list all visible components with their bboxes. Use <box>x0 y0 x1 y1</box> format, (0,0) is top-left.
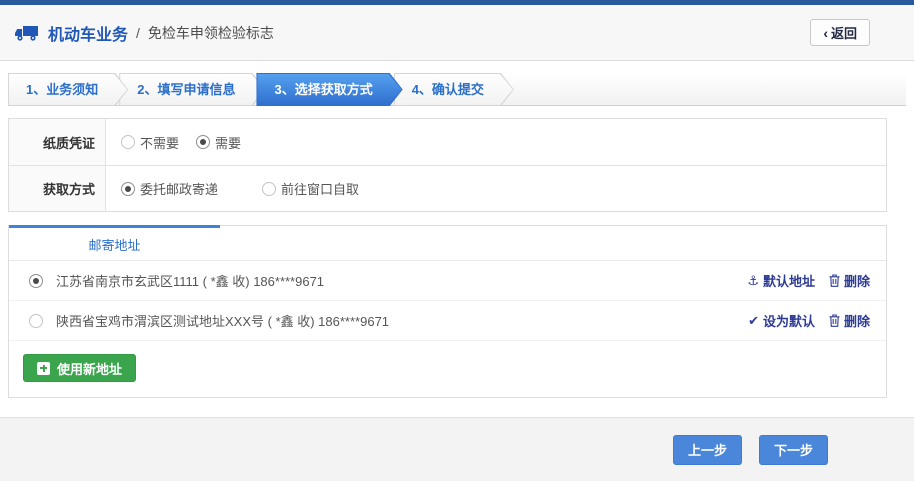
delete-address-link[interactable]: 删除 <box>829 311 870 330</box>
action-label: 设为默认 <box>763 311 815 330</box>
radio-label: 前往窗口自取 <box>281 179 359 198</box>
radio-option-postal-delivery[interactable]: 委托邮政寄递 <box>121 179 218 198</box>
step-2-fill-info[interactable]: 2、填写申请信息 <box>119 73 265 106</box>
radio-icon[interactable] <box>262 182 276 196</box>
radio-group-obtain-method: 委托邮政寄递 前往窗口自取 <box>106 166 359 211</box>
step-label: 4、确认提交 <box>394 73 514 106</box>
radio-option-window-pickup[interactable]: 前往窗口自取 <box>262 179 359 198</box>
previous-step-button[interactable]: 上一步 <box>673 435 742 465</box>
address-row-2[interactable]: 陕西省宝鸡市渭滨区测试地址XXX号 ( *鑫 收) 186****9671 ✔ … <box>9 301 886 341</box>
address-row-1[interactable]: 江苏省南京市玄武区1111 ( *鑫 收) 186****9671 ⚓ 默认地址… <box>9 261 886 301</box>
footer-bar: 上一步 下一步 <box>0 417 914 481</box>
form-row-paper-voucher: 纸质凭证 不需要 需要 <box>9 119 886 165</box>
tab-header-spacer <box>220 225 886 260</box>
check-icon: ✔ <box>748 314 759 327</box>
form-label: 纸质凭证 <box>9 119 106 165</box>
mailing-address-panel: 邮寄地址 江苏省南京市玄武区1111 ( *鑫 收) 186****9671 ⚓… <box>8 225 887 398</box>
step-label: 2、填写申请信息 <box>119 73 265 106</box>
step-3-choose-method[interactable]: 3、选择获取方式 <box>256 73 402 106</box>
use-new-address-label: 使用新地址 <box>57 359 122 378</box>
use-new-address-button[interactable]: 使用新地址 <box>23 354 136 382</box>
chevron-left-icon: ‹ <box>823 25 828 41</box>
step-label: 1、业务须知 <box>8 73 128 106</box>
address-text: 陕西省宝鸡市渭滨区测试地址XXX号 ( *鑫 收) 186****9671 <box>56 311 748 330</box>
delete-address-link[interactable]: 删除 <box>829 271 870 290</box>
form-row-obtain-method: 获取方式 委托邮政寄递 前往窗口自取 <box>9 165 886 211</box>
step-label: 3、选择获取方式 <box>256 73 402 106</box>
page-title: 免检车申领检验标志 <box>148 23 274 43</box>
address-actions: ✔ 设为默认 删除 <box>748 311 870 330</box>
radio-group-paper-voucher: 不需要 需要 <box>106 119 241 165</box>
plus-icon <box>37 362 50 375</box>
breadcrumb-separator: / <box>136 25 140 41</box>
radio-label: 不需要 <box>140 133 179 152</box>
radio-option-needed[interactable]: 需要 <box>196 133 241 152</box>
radio-checked-icon[interactable] <box>196 135 210 149</box>
radio-checked-icon[interactable] <box>121 182 135 196</box>
step-wizard: 1、业务须知 2、填写申请信息 3、选择获取方式 4、确认提交 <box>8 73 906 106</box>
new-address-row: 使用新地址 <box>9 341 886 397</box>
back-button[interactable]: ‹ 返回 <box>810 19 870 46</box>
form-label: 获取方式 <box>9 166 106 211</box>
radio-label: 委托邮政寄递 <box>140 179 218 198</box>
radio-icon[interactable] <box>121 135 135 149</box>
step-4-confirm-submit[interactable]: 4、确认提交 <box>394 73 514 106</box>
radio-checked-icon[interactable] <box>29 274 43 288</box>
options-form: 纸质凭证 不需要 需要 获取方式 委托邮政寄递 前往窗口自取 <box>8 118 887 212</box>
set-default-link[interactable]: ✔ 设为默认 <box>748 311 815 330</box>
back-button-label: 返回 <box>831 23 857 42</box>
anchor-icon: ⚓ <box>747 274 759 287</box>
truck-icon <box>14 24 40 42</box>
trash-icon <box>829 274 840 287</box>
trash-icon <box>829 314 840 327</box>
action-label: 删除 <box>844 311 870 330</box>
app-title: 机动车业务 <box>48 21 128 45</box>
address-actions: ⚓ 默认地址 删除 <box>747 271 870 290</box>
address-text: 江苏省南京市玄武区1111 ( *鑫 收) 186****9671 <box>56 271 747 290</box>
step-1-notice[interactable]: 1、业务须知 <box>8 73 128 106</box>
breadcrumb: 机动车业务 / 免检车申领检验标志 <box>14 21 810 45</box>
action-label: 默认地址 <box>763 271 815 290</box>
next-step-button[interactable]: 下一步 <box>759 435 828 465</box>
radio-label: 需要 <box>215 133 241 152</box>
action-label: 删除 <box>844 271 870 290</box>
radio-icon[interactable] <box>29 314 43 328</box>
radio-option-not-needed[interactable]: 不需要 <box>121 133 179 152</box>
tab-mailing-address[interactable]: 邮寄地址 <box>9 225 220 260</box>
default-address-link[interactable]: ⚓ 默认地址 <box>747 271 815 290</box>
address-tab-header: 邮寄地址 <box>9 225 886 261</box>
page-header: 机动车业务 / 免检车申领检验标志 ‹ 返回 <box>0 5 914 61</box>
